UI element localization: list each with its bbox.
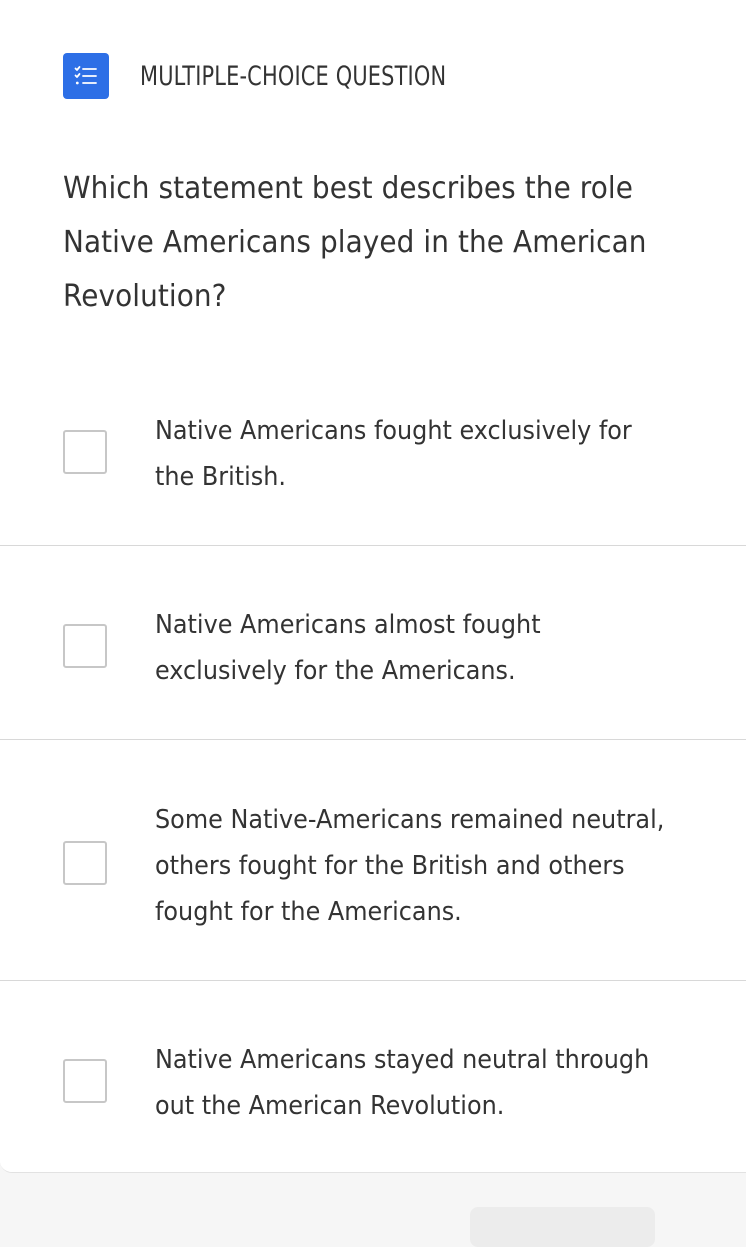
option-checkbox[interactable] — [63, 430, 107, 474]
checklist-icon — [63, 53, 109, 99]
option-checkbox[interactable] — [63, 624, 107, 668]
option-4[interactable]: Native Americans stayed neutral through … — [0, 981, 746, 1172]
option-1[interactable]: Native Americans fought exclusively for … — [0, 380, 746, 546]
option-label: Native Americans almost fought exclusive… — [155, 610, 541, 686]
option-label: Some Native-Americans remained neutral, … — [155, 805, 665, 927]
option-checkbox[interactable] — [63, 841, 107, 885]
question-header: MULTIPLE-CHOICE QUESTION — [63, 53, 496, 99]
option-checkbox[interactable] — [63, 1059, 107, 1103]
question-text: Which statement best describes the role … — [63, 171, 647, 314]
submit-button[interactable] — [470, 1207, 655, 1247]
option-label: Native Americans stayed neutral through … — [155, 1045, 650, 1121]
option-label: Native Americans fought exclusively for … — [155, 416, 632, 492]
question-card: MULTIPLE-CHOICE QUESTION Which statement… — [0, 0, 746, 1173]
question-type-label: MULTIPLE-CHOICE QUESTION — [140, 60, 447, 92]
option-3[interactable]: Some Native-Americans remained neutral, … — [0, 740, 746, 981]
option-2[interactable]: Native Americans almost fought exclusive… — [0, 546, 746, 740]
